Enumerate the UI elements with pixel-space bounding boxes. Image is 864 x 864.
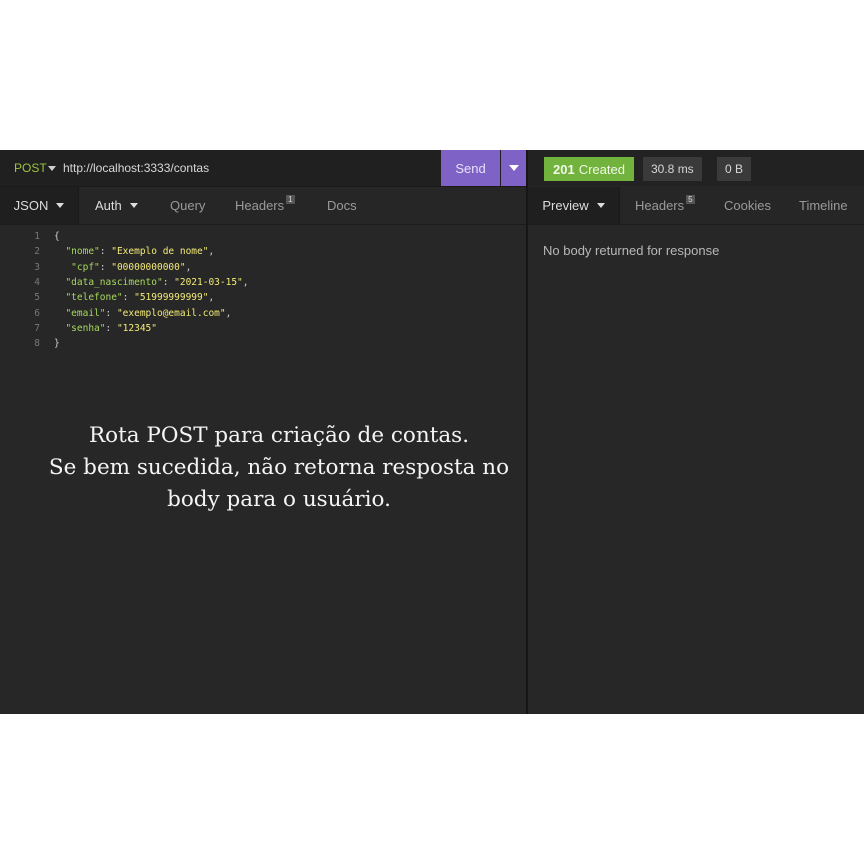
headers-count-badge: 5 xyxy=(686,195,695,204)
code-text: "telefone": "51999999999", xyxy=(54,292,214,303)
chevron-down-icon xyxy=(596,203,605,208)
code-text: "email": "exemplo@email.com", xyxy=(54,308,231,319)
json-string: "12345" xyxy=(116,322,157,334)
json-key: "cpf" xyxy=(71,261,100,273)
request-tabs: JSON Auth Query Headers 1 Docs xyxy=(0,187,527,225)
chevron-down-icon xyxy=(129,203,138,208)
response-message: No body returned for response xyxy=(543,243,720,258)
json-string: "exemplo@email.com" xyxy=(116,307,226,319)
status-badge: 201 Created xyxy=(544,157,634,181)
json-punctuation xyxy=(54,262,71,273)
json-punctuation: , xyxy=(225,307,232,319)
json-punctuation: , xyxy=(208,246,215,258)
tab-label: Headers xyxy=(635,198,685,213)
code-text: } xyxy=(54,338,60,349)
line-number: 7 xyxy=(34,322,40,334)
tab-body-json[interactable]: JSON xyxy=(0,187,79,224)
chevron-down-icon xyxy=(509,165,519,171)
response-status-bar: 201 Created 30.8 ms 0 B xyxy=(528,150,864,186)
url-input[interactable]: http://localhost:3333/contas xyxy=(63,161,209,175)
tab-auth[interactable]: Auth xyxy=(95,187,138,224)
tab-preview[interactable]: Preview xyxy=(528,187,620,224)
send-options-button[interactable] xyxy=(501,150,527,186)
code-text: "cpf": "00000000000", xyxy=(54,262,191,273)
json-punctuation: , xyxy=(208,292,215,304)
json-punctuation: : xyxy=(122,292,135,304)
json-punctuation: , xyxy=(185,261,192,273)
api-client-window: POST http://localhost:3333/contas Send 2… xyxy=(0,150,864,714)
json-key: "senha" xyxy=(65,322,106,334)
json-punctuation xyxy=(54,246,65,257)
caption-line-1: Rota POST para criação de contas. xyxy=(88,423,470,448)
response-time: 30.8 ms xyxy=(643,157,702,181)
json-punctuation: : xyxy=(105,307,117,319)
tab-docs[interactable]: Docs xyxy=(327,187,357,224)
json-punctuation: , xyxy=(242,276,249,288)
json-string: "2021-03-15" xyxy=(174,276,243,288)
code-text: "data_nascimento": "2021-03-15", xyxy=(54,276,249,288)
chevron-down-icon xyxy=(56,203,65,208)
headers-count-badge: 1 xyxy=(286,195,295,204)
tab-label: Preview xyxy=(542,198,589,213)
json-key: "nome" xyxy=(65,246,100,258)
json-key: "telefone" xyxy=(65,292,123,304)
json-punctuation: : xyxy=(99,261,112,273)
json-punctuation xyxy=(54,277,65,288)
json-punctuation: : xyxy=(99,246,112,258)
json-string: "51999999999" xyxy=(134,292,209,304)
json-punctuation xyxy=(54,308,65,319)
code-text: "senha": "12345" xyxy=(54,323,157,334)
json-punctuation xyxy=(54,323,65,334)
line-number: 1 xyxy=(34,231,40,242)
json-punctuation xyxy=(54,292,65,303)
caption-line-2: Se bem sucedida, não retorna resposta no xyxy=(48,455,510,480)
status-code: 201 xyxy=(553,161,575,177)
line-number: 2 xyxy=(34,246,40,258)
json-punctuation: { xyxy=(54,231,60,242)
send-button[interactable]: Send xyxy=(441,150,500,186)
tab-label: Headers xyxy=(235,198,285,213)
json-punctuation: : xyxy=(162,276,175,288)
tab-label: JSON xyxy=(13,198,49,213)
json-string: "00000000000" xyxy=(111,261,186,273)
json-punctuation: : xyxy=(105,322,117,334)
tab-timeline[interactable]: Timeline xyxy=(799,187,848,224)
response-size: 0 B xyxy=(717,157,752,181)
line-number: 3 xyxy=(34,261,40,273)
caption-line-3: body para o usuário. xyxy=(167,487,391,512)
line-number: 4 xyxy=(34,276,40,288)
method-select[interactable]: POST xyxy=(14,161,47,175)
tab-cookies[interactable]: Cookies xyxy=(724,187,771,224)
json-string: "Exemplo de nome" xyxy=(111,246,209,258)
json-punctuation: } xyxy=(54,338,60,350)
code-text: "nome": "Exemplo de nome", xyxy=(54,246,214,257)
tab-label: Auth xyxy=(95,198,122,213)
chevron-down-icon[interactable] xyxy=(48,166,56,171)
code-text: { xyxy=(54,231,60,242)
caption-overlay: Rota POST para criação de contas. Se bem… xyxy=(24,420,534,516)
line-number: 5 xyxy=(34,292,40,304)
line-number: 8 xyxy=(34,338,40,350)
response-tabs: Preview Headers 5 Cookies Timeline xyxy=(528,187,864,225)
line-number: 6 xyxy=(34,307,40,319)
json-key: "data_nascimento" xyxy=(65,276,163,288)
tab-query[interactable]: Query xyxy=(170,187,205,224)
status-text: Created xyxy=(578,161,625,177)
tab-response-headers[interactable]: Headers 5 xyxy=(635,187,695,224)
tab-headers[interactable]: Headers 1 xyxy=(235,187,295,224)
json-key: "email" xyxy=(65,307,106,319)
